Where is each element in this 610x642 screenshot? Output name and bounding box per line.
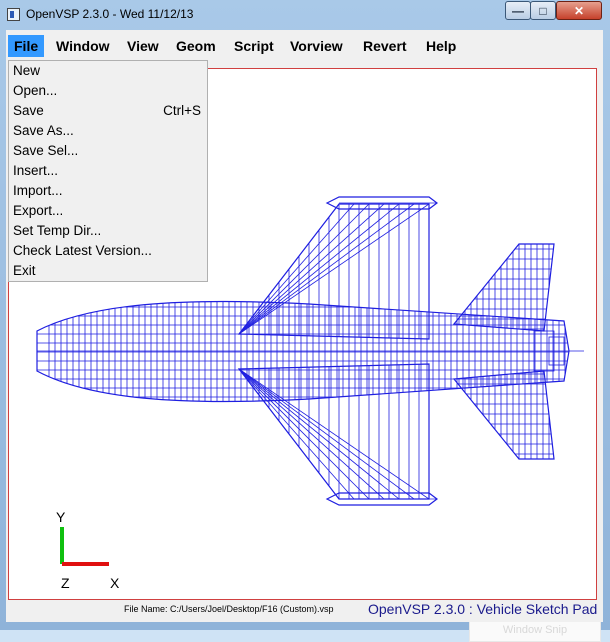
menu-item-label: Check Latest Version... [13,243,152,258]
menu-item-export[interactable]: Export... [9,201,207,221]
window-title: OpenVSP 2.3.0 - Wed 11/12/13 [26,7,194,21]
title-bar[interactable]: OpenVSP 2.3.0 - Wed 11/12/13 — □ ✕ [0,0,610,30]
app-window: OpenVSP 2.3.0 - Wed 11/12/13 — □ ✕ File … [0,0,610,642]
menu-item-set-temp-dir[interactable]: Set Temp Dir... [9,221,207,241]
app-name-display: OpenVSP 2.3.0 : Vehicle Sketch Pad [368,601,598,617]
menu-item-label: Save Sel... [13,143,79,158]
maximize-icon: □ [539,3,547,18]
menu-bar: File Window View Geom Script Vorview Rev… [6,30,603,60]
menu-vorview[interactable]: Vorview [284,35,349,57]
menu-item-save[interactable]: Save Ctrl+S [9,101,207,121]
axis-x-label: X [110,575,120,591]
menu-help[interactable]: Help [420,35,462,57]
menu-item-label: Open... [13,83,58,98]
menu-item-label: Set Temp Dir... [13,223,102,238]
menu-item-label: New [13,63,41,78]
menu-item-label: Insert... [13,163,59,178]
menu-item-new[interactable]: New [9,61,207,81]
menu-item-check-latest-version[interactable]: Check Latest Version... [9,241,207,261]
menu-item-save-as[interactable]: Save As... [9,121,207,141]
minimize-button[interactable]: — [505,1,531,20]
menu-revert[interactable]: Revert [357,35,413,57]
menu-geom[interactable]: Geom [170,35,222,57]
close-icon: ✕ [573,3,585,18]
axis-z-label: Z [61,575,70,591]
file-dropdown-menu: New Open... Save Ctrl+S Save As... Save … [8,60,208,282]
menu-item-label: Export... [13,203,64,218]
menu-item-exit[interactable]: Exit [9,261,207,281]
file-name-display: File Name: C:/Users/Joel/Desktop/F16 (Cu… [124,604,334,614]
menu-item-open[interactable]: Open... [9,81,207,101]
menu-item-import[interactable]: Import... [9,181,207,201]
close-button[interactable]: ✕ [556,1,602,20]
menu-item-save-sel[interactable]: Save Sel... [9,141,207,161]
app-icon [7,8,20,21]
menu-item-label: Save As... [13,123,74,138]
menu-item-label: Save [13,103,44,118]
axis-y-label: Y [56,509,66,525]
minimize-icon: — [512,3,524,18]
maximize-button[interactable]: □ [530,1,556,20]
menu-item-label: Import... [13,183,63,198]
menu-item-shortcut: Ctrl+S [163,103,201,118]
menu-item-label: Exit [13,263,36,278]
menu-view[interactable]: View [121,35,165,57]
menu-item-insert[interactable]: Insert... [9,161,207,181]
menu-script[interactable]: Script [228,35,280,57]
menu-file[interactable]: File [8,35,45,57]
axis-indicator [60,527,109,566]
status-bar: File Name: C:/Users/Joel/Desktop/F16 (Cu… [6,600,603,622]
menu-window[interactable]: Window [50,35,116,57]
